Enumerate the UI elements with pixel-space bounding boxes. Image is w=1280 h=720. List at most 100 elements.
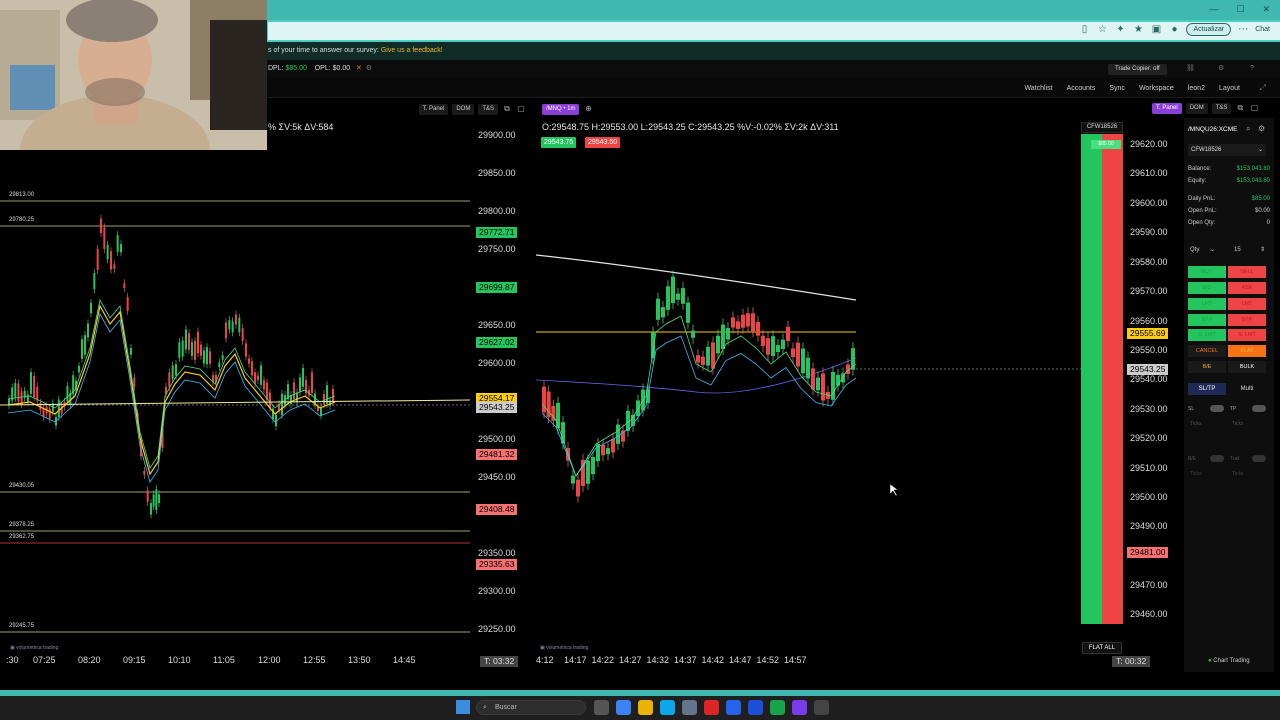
left-candle bbox=[155, 489, 158, 511]
op-trail-toggle[interactable] bbox=[1252, 455, 1266, 462]
right-ts-button[interactable]: T&S bbox=[1211, 103, 1232, 114]
op-button-right[interactable]: STP bbox=[1228, 314, 1266, 326]
op-button-left[interactable]: LMT bbox=[1188, 298, 1226, 310]
taskbar-search-input[interactable]: ⌕ Buscar bbox=[476, 700, 586, 715]
op-button-left[interactable]: B/E bbox=[1188, 361, 1226, 373]
app-icon-1[interactable] bbox=[616, 700, 631, 715]
left-candle bbox=[209, 351, 211, 364]
op-qty-row: Qty ⌄ 15 ⇕ bbox=[1188, 244, 1266, 256]
op-info-label: Daily PnL: bbox=[1188, 196, 1216, 202]
op-info-label: Balance: bbox=[1188, 166, 1212, 172]
op-button-right[interactable]: SELL bbox=[1228, 266, 1266, 278]
nav-watchlist[interactable]: Watchlist bbox=[1024, 85, 1052, 92]
op-button-left[interactable]: BUY bbox=[1188, 266, 1226, 278]
fullscreen-icon[interactable]: ⤢ bbox=[1260, 83, 1266, 93]
left-price-label: 29699.87 bbox=[476, 282, 518, 293]
close-position-icon[interactable]: ✕ bbox=[356, 65, 362, 72]
file-explorer-icon[interactable] bbox=[638, 700, 653, 715]
chrome-icon[interactable] bbox=[770, 700, 785, 715]
nav-sync[interactable]: Sync bbox=[1109, 85, 1125, 92]
nav-accounts[interactable]: Accounts bbox=[1067, 85, 1096, 92]
more-options-icon[interactable]: ⋯ bbox=[1237, 24, 1249, 36]
favorite-star-icon[interactable]: ☆ bbox=[1096, 24, 1108, 36]
left-candle bbox=[194, 340, 196, 360]
extensions-icon[interactable]: ✦ bbox=[1114, 24, 1126, 36]
update-button[interactable]: Actualizar bbox=[1186, 23, 1232, 36]
minimize-icon[interactable]: — bbox=[1209, 4, 1218, 15]
left-time-tick: 10:10 bbox=[168, 655, 191, 665]
copilot-chat-button[interactable]: Chat bbox=[1255, 26, 1270, 33]
profile-avatar-icon[interactable]: ● bbox=[1168, 24, 1180, 36]
right-candle bbox=[736, 321, 740, 329]
op-account-select[interactable]: CFW18526 ⌄ bbox=[1188, 144, 1266, 156]
start-icon[interactable] bbox=[456, 700, 470, 714]
left-candle bbox=[87, 323, 89, 338]
right-dom-button[interactable]: DOM bbox=[1185, 103, 1208, 114]
task-view-icon[interactable] bbox=[594, 700, 609, 715]
op-tp-toggle[interactable] bbox=[1252, 405, 1266, 412]
left-candle bbox=[14, 383, 17, 398]
left-time-tick: 07:25 bbox=[33, 655, 56, 665]
op-button-right[interactable]: BULK bbox=[1228, 361, 1266, 373]
flat-all-button[interactable]: FLAT ALL bbox=[1082, 642, 1122, 654]
op-footer[interactable]: ● Chart Trading bbox=[1208, 658, 1250, 664]
link-icon[interactable]: ⛓ bbox=[1186, 60, 1195, 78]
op-sl-toggle[interactable] bbox=[1210, 405, 1224, 412]
op-button-left[interactable]: S. LMT bbox=[1188, 329, 1226, 341]
op-settings-icon[interactable]: ⚙ bbox=[1258, 124, 1265, 133]
left-candle bbox=[296, 392, 298, 403]
right-price-tick: 29490.00 bbox=[1130, 521, 1168, 531]
left-candle bbox=[84, 335, 86, 355]
maximize-icon[interactable]: ☐ bbox=[1236, 4, 1244, 15]
help-app-icon[interactable] bbox=[748, 700, 763, 715]
op-tab-sltp[interactable]: SL/TP bbox=[1188, 383, 1226, 395]
settings-icon[interactable]: ⚙ bbox=[366, 65, 372, 72]
right-time-tick: 14:57 bbox=[784, 655, 807, 665]
op-button-right[interactable]: LMT bbox=[1228, 298, 1266, 310]
op-button-right[interactable]: FLAT bbox=[1228, 345, 1266, 357]
left-candle bbox=[81, 339, 83, 359]
op-symbol[interactable]: /MNQU26:XCME bbox=[1188, 126, 1237, 133]
left-candle bbox=[241, 328, 244, 341]
teams-icon[interactable] bbox=[792, 700, 807, 715]
edge-browser-icon[interactable] bbox=[660, 700, 675, 715]
nav-layout[interactable]: Layout bbox=[1219, 85, 1240, 92]
op-qty-value[interactable]: 15 bbox=[1234, 244, 1241, 256]
feedback-link[interactable]: Give us a feedback! bbox=[381, 47, 443, 54]
op-tab-multi[interactable]: Multi bbox=[1228, 383, 1266, 395]
right-candle bbox=[576, 479, 580, 497]
op-button-left[interactable]: CANCEL bbox=[1188, 345, 1226, 357]
help-icon[interactable]: ? bbox=[1250, 60, 1254, 78]
settings-gear-icon[interactable]: ⚙ bbox=[1218, 60, 1224, 78]
op-search-icon[interactable]: ⌕ bbox=[1246, 124, 1250, 134]
nav-workspace[interactable]: Workspace bbox=[1139, 85, 1174, 92]
windows-taskbar: ⌕ Buscar bbox=[0, 696, 1280, 720]
app-icon-red[interactable] bbox=[704, 700, 719, 715]
app-icon-gray[interactable] bbox=[814, 700, 829, 715]
nav-user[interactable]: leon2 bbox=[1188, 85, 1205, 92]
right-popout-icon[interactable]: ⧉ bbox=[1235, 103, 1245, 113]
op-button-right[interactable]: S. LMT bbox=[1228, 329, 1266, 341]
op-be-toggle[interactable] bbox=[1210, 455, 1224, 462]
dom-volume-bar[interactable]: CFW18526 $85.00 bbox=[1081, 122, 1123, 654]
webcam-person-image bbox=[0, 0, 267, 150]
app-icon-blue[interactable] bbox=[726, 700, 741, 715]
right-maximize-icon[interactable]: ▢ bbox=[1249, 103, 1259, 113]
op-button-left[interactable]: BID bbox=[1188, 282, 1226, 294]
split-screen-icon[interactable]: ▯ bbox=[1078, 24, 1090, 36]
collections-icon[interactable]: ▣ bbox=[1150, 24, 1162, 36]
op-button-left[interactable]: STP bbox=[1188, 314, 1226, 326]
left-candle bbox=[302, 367, 304, 387]
left-candle bbox=[20, 391, 23, 405]
store-icon[interactable] bbox=[682, 700, 697, 715]
left-chart-pane[interactable]: T. Panel DOM T&S ⧉ ▢ % ΣV:5k ΔV:584 2981… bbox=[0, 100, 532, 672]
op-button-right[interactable]: ASK bbox=[1228, 282, 1266, 294]
op-info-value: $153,043.80 bbox=[1236, 166, 1270, 172]
close-icon[interactable]: ✕ bbox=[1262, 4, 1270, 15]
op-qty-stepper-icon[interactable]: ⇕ bbox=[1260, 244, 1265, 256]
op-qty-dropdown-icon[interactable]: ⌄ bbox=[1210, 244, 1215, 256]
left-candle bbox=[120, 244, 122, 253]
trade-copier-toggle[interactable]: Trade Copier: off bbox=[1108, 64, 1167, 75]
right-tpanel-button[interactable]: T. Panel bbox=[1152, 103, 1182, 114]
favorites-icon[interactable]: ★ bbox=[1132, 24, 1144, 36]
